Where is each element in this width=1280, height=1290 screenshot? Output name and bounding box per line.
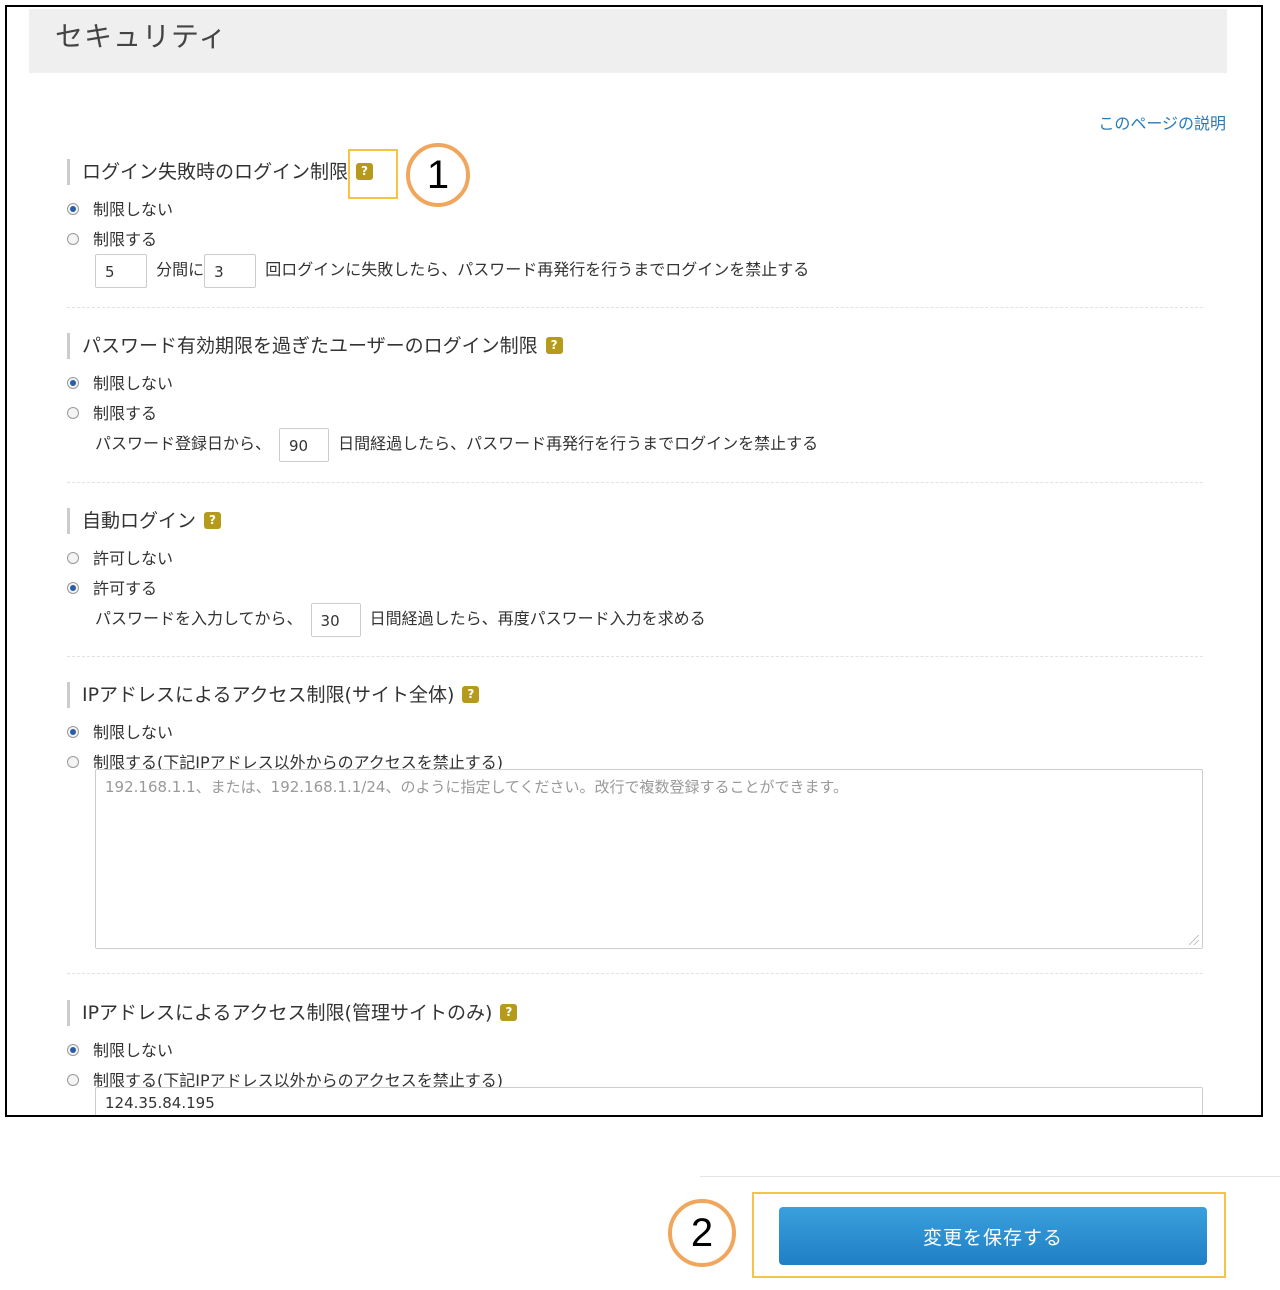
textarea-placeholder: 192.168.1.1、または、192.168.1.1/24、のように指定してく… bbox=[105, 778, 849, 796]
radio-no-limit[interactable]: 制限しない bbox=[67, 198, 173, 222]
radio-button[interactable] bbox=[67, 406, 79, 419]
auto-login-prefix-label: パスワードを入力してから、 bbox=[95, 609, 303, 628]
footer-divider bbox=[700, 1176, 1280, 1177]
section-ip-restriction-admin: IPアドレスによるアクセス制限(管理サイトのみ)? 制限しない 制限する(下記I… bbox=[67, 1000, 1203, 1090]
radio-button[interactable] bbox=[67, 1073, 79, 1086]
radio-label: 制限する bbox=[93, 230, 158, 249]
failure-count-input[interactable]: 3 bbox=[204, 253, 257, 288]
auto-login-days-input[interactable]: 30 bbox=[310, 602, 361, 637]
minutes-label: 分間に bbox=[156, 260, 205, 279]
section-title: IPアドレスによるアクセス制限(サイト全体)? bbox=[67, 682, 480, 708]
failure-count-label: 回ログインに失敗したら、パスワード再発行を行うまでログインを禁止する bbox=[265, 260, 810, 279]
section-title-text: パスワード有効期限を過ぎたユーザーのログイン制限 bbox=[82, 335, 538, 357]
radio-no-limit[interactable]: 制限しない bbox=[67, 372, 173, 396]
ip-list-textarea-admin[interactable]: 124.35.84.195 bbox=[95, 1087, 1203, 1115]
help-icon[interactable]: ? bbox=[545, 337, 563, 354]
radio-label: 制限しない bbox=[93, 374, 174, 393]
radio-button[interactable] bbox=[67, 232, 79, 245]
limit-detail: 5 分間に 3 回ログインに失敗したら、パスワード再発行を行うまでログインを禁止す… bbox=[95, 252, 809, 288]
expiry-suffix-label: 日間経過したら、パスワード再発行を行うまでログインを禁止する bbox=[338, 434, 819, 453]
resize-handle-icon[interactable] bbox=[1189, 935, 1199, 945]
radio-button-selected[interactable] bbox=[67, 376, 79, 389]
radio-label: 制限する bbox=[93, 404, 158, 423]
radio-allow[interactable]: 許可する bbox=[67, 577, 157, 601]
section-title: 自動ログイン? bbox=[67, 508, 222, 534]
auto-login-detail: パスワードを入力してから、 30 日間経過したら、再度パスワード入力を求める bbox=[95, 601, 706, 637]
radio-no-limit[interactable]: 制限しない bbox=[67, 721, 173, 745]
section-title: パスワード有効期限を過ぎたユーザーのログイン制限? bbox=[67, 333, 563, 359]
section-title: ログイン失敗時のログイン制限? bbox=[67, 159, 374, 185]
radio-button-selected[interactable] bbox=[67, 581, 79, 594]
section-title-text: IPアドレスによるアクセス制限(管理サイトのみ) bbox=[82, 1002, 493, 1024]
section-title-text: 自動ログイン bbox=[82, 510, 197, 532]
callout-highlight-box bbox=[348, 149, 398, 199]
divider bbox=[67, 656, 1203, 657]
radio-button[interactable] bbox=[67, 755, 79, 768]
section-ip-restriction-site: IPアドレスによるアクセス制限(サイト全体)? 制限しない 制限する(下記IPア… bbox=[67, 682, 1203, 772]
section-title: IPアドレスによるアクセス制限(管理サイトのみ)? bbox=[67, 1000, 518, 1026]
radio-label: 制限しない bbox=[93, 723, 174, 742]
divider bbox=[67, 307, 1203, 308]
radio-limit[interactable]: 制限する bbox=[67, 402, 157, 426]
section-password-expiry-limit: パスワード有効期限を過ぎたユーザーのログイン制限? 制限しない 制限する パスワ… bbox=[67, 333, 1203, 462]
auto-login-suffix-label: 日間経過したら、再度パスワード入力を求める bbox=[369, 609, 706, 628]
expiry-days-input[interactable]: 90 bbox=[279, 427, 330, 462]
ip-list-textarea-site[interactable]: 192.168.1.1、または、192.168.1.1/24、のように指定してく… bbox=[95, 769, 1203, 949]
radio-label: 許可しない bbox=[93, 549, 174, 568]
radio-label: 許可する bbox=[93, 579, 158, 598]
divider bbox=[67, 482, 1203, 483]
radio-label: 制限しない bbox=[93, 1041, 174, 1060]
textarea-value: 124.35.84.195 bbox=[105, 1094, 215, 1112]
radio-label: 制限しない bbox=[93, 200, 174, 219]
page-title: セキュリティ bbox=[55, 20, 228, 53]
help-icon[interactable]: ? bbox=[500, 1004, 518, 1021]
minutes-input[interactable]: 5 bbox=[95, 253, 147, 288]
expiry-prefix-label: パスワード登録日から、 bbox=[95, 434, 272, 453]
help-icon[interactable]: ? bbox=[462, 686, 480, 703]
save-changes-button[interactable]: 変更を保存する bbox=[779, 1207, 1207, 1265]
radio-button-selected[interactable] bbox=[67, 725, 79, 738]
page-help-link[interactable]: このページの説明 bbox=[1098, 110, 1226, 134]
section-title-text: IPアドレスによるアクセス制限(サイト全体) bbox=[82, 684, 455, 706]
section-auto-login: 自動ログイン? 許可しない 許可する パスワードを入力してから、 30 日間経過し… bbox=[67, 508, 1203, 637]
radio-disallow[interactable]: 許可しない bbox=[67, 547, 173, 571]
radio-button-selected[interactable] bbox=[67, 202, 79, 215]
radio-limit[interactable]: 制限する bbox=[67, 228, 157, 252]
callout-number-1: 1 bbox=[406, 143, 470, 207]
radio-button-selected[interactable] bbox=[67, 1043, 79, 1056]
radio-no-limit[interactable]: 制限しない bbox=[67, 1039, 173, 1063]
help-icon[interactable]: ? bbox=[204, 512, 222, 529]
settings-screenshot-frame: セキュリティ このページの説明 ログイン失敗時のログイン制限? 制限しない 制限… bbox=[5, 5, 1263, 1117]
expiry-detail: パスワード登録日から、 90 日間経過したら、パスワード再発行を行うまでログインを… bbox=[95, 426, 818, 462]
callout-number-2: 2 bbox=[668, 1199, 736, 1267]
section-title-text: ログイン失敗時のログイン制限 bbox=[82, 161, 349, 183]
radio-button[interactable] bbox=[67, 551, 79, 564]
page-header: セキュリティ bbox=[29, 9, 1227, 73]
divider bbox=[67, 973, 1203, 974]
section-login-failure-limit: ログイン失敗時のログイン制限? 制限しない 制限する 5 分間に 3 回ログインに… bbox=[67, 159, 1203, 288]
